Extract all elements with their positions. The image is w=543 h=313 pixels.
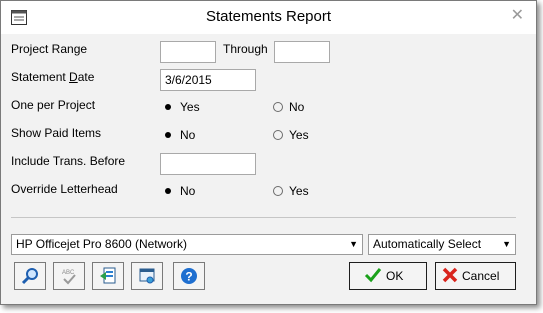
radio-selected-dot [162,185,174,197]
close-icon[interactable]: ✕ [511,8,524,24]
cancel-button[interactable]: Cancel [435,262,516,290]
override-letterhead-yes-label: Yes [289,184,309,198]
title-bar: Statements Report ✕ [1,1,536,34]
svg-text:?: ? [185,270,192,284]
export-button[interactable] [92,262,124,290]
statement-date-label: Statement Date [11,70,94,84]
search-icon [21,268,38,285]
ok-button[interactable]: OK [349,262,427,290]
window-title: Statements Report [205,8,332,25]
chevron-down-icon: ▼ [349,239,358,249]
statement-date-label-accelerator: D [69,70,78,84]
override-letterhead-yes-radio[interactable]: Yes [273,184,309,198]
statement-date-label-post: ate [77,70,95,84]
printer-setup-icon [139,268,155,284]
help-icon: ? [181,268,197,284]
show-paid-items-no-radio[interactable]: No [162,128,195,142]
ok-button-label: OK [386,269,404,283]
one-per-project-yes-label: Yes [180,100,200,114]
show-paid-items-label: Show Paid Items [11,126,102,140]
statement-date-label-pre: Statement [11,70,70,84]
project-to-input[interactable] [274,41,330,63]
printer-setup-button[interactable] [131,262,163,290]
override-letterhead-no-radio[interactable]: No [162,184,195,198]
export-icon [100,267,116,284]
radio-unselected-circle [273,130,283,140]
chevron-down-icon: ▼ [502,239,511,249]
include-trans-before-input[interactable] [160,153,256,175]
radio-unselected-circle [273,186,283,196]
override-letterhead-label: Override Letterhead [11,182,118,196]
divider [11,217,516,218]
paper-tray-select-value: Automatically Select [373,237,482,251]
show-paid-items-yes-radio[interactable]: Yes [273,128,309,142]
checkmark-icon [364,267,382,286]
svg-text:ABC: ABC [62,270,75,276]
through-label: Through [223,42,268,56]
radio-selected-dot [162,129,174,141]
radio-unselected-circle [273,102,283,112]
printer-select-value: HP Officejet Pro 8600 (Network) [16,237,187,251]
cancel-x-icon [442,267,458,286]
show-paid-items-no-label: No [180,128,196,142]
help-button[interactable]: ? [173,262,205,290]
project-range-label: Project Range [11,42,88,56]
statement-date-input[interactable]: 3/6/2015 [160,69,256,91]
one-per-project-label: One per Project [11,98,96,112]
one-per-project-no-radio[interactable]: No [273,100,304,114]
project-from-input[interactable] [160,41,216,63]
paper-tray-select[interactable]: Automatically Select ▼ [368,234,516,255]
override-letterhead-no-label: No [180,184,196,198]
cancel-button-label: Cancel [462,269,500,283]
one-per-project-no-label: No [289,100,305,114]
radio-selected-dot [162,101,174,113]
search-button[interactable] [14,262,46,290]
spell-check-icon: ABC [62,270,76,285]
printer-select[interactable]: HP Officejet Pro 8600 (Network) ▼ [11,234,363,255]
one-per-project-yes-radio[interactable]: Yes [162,100,200,114]
spell-check-button[interactable]: ABC [53,262,85,290]
statements-report-dialog: Statements Report ✕ Project Range Throug… [0,0,537,305]
show-paid-items-yes-label: Yes [289,128,309,142]
include-trans-before-label: Include Trans. Before [11,154,126,168]
